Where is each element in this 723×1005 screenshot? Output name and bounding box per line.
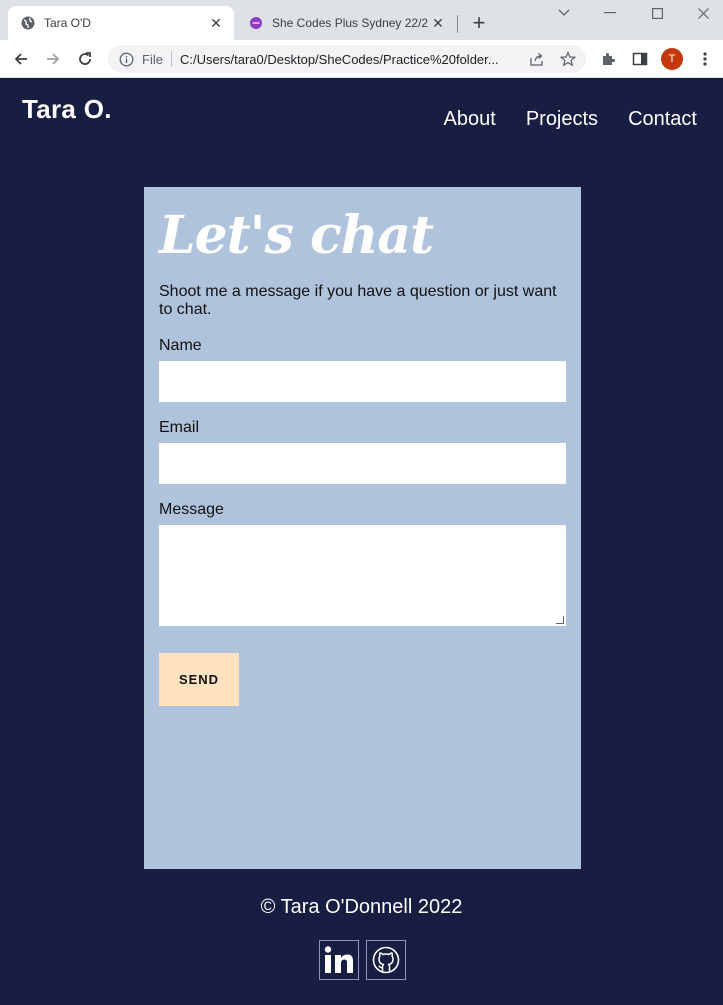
nav-link-contact[interactable]: Contact [628, 108, 697, 131]
info-icon[interactable] [118, 51, 134, 67]
star-icon[interactable] [560, 51, 576, 67]
contact-heading: Let's chat [159, 205, 434, 266]
send-button[interactable]: SEND [159, 653, 239, 706]
share-icon[interactable] [528, 51, 544, 67]
close-window-icon[interactable] [689, 4, 717, 22]
maximize-icon[interactable] [643, 4, 671, 22]
globe-icon [20, 15, 36, 31]
close-icon[interactable]: ✕ [206, 13, 226, 33]
side-panel-icon[interactable] [630, 49, 650, 69]
extensions-icon[interactable] [598, 49, 618, 69]
kebab-menu-icon[interactable] [695, 49, 715, 69]
back-arrow-icon[interactable] [10, 48, 32, 70]
url-text[interactable]: C:/Users/tara0/Desktop/SheCodes/Practice… [180, 52, 520, 67]
close-icon[interactable]: ✕ [428, 13, 448, 33]
email-label: Email [159, 419, 200, 437]
chevron-down-icon[interactable] [550, 4, 578, 22]
browser-toolbar: File C:/Users/tara0/Desktop/SheCodes/Pra… [0, 40, 723, 78]
tab-divider [457, 15, 458, 33]
tab-shecodes[interactable]: She Codes Plus Sydney 22/23 ✕ [236, 6, 456, 40]
nav-link-projects[interactable]: Projects [526, 108, 598, 131]
scheme-label: File [142, 51, 163, 67]
tab-tara[interactable]: Tara O'D ✕ [8, 6, 234, 40]
new-tab-icon[interactable]: + [468, 12, 490, 35]
nav-link-about[interactable]: About [444, 108, 496, 131]
email-input[interactable] [159, 443, 566, 485]
forward-arrow-icon[interactable] [42, 48, 64, 70]
resize-grip-icon[interactable] [556, 616, 564, 625]
contact-card: Let's chat Shoot me a message if you hav… [144, 187, 581, 869]
site-nav: About Projects Contact [444, 108, 697, 131]
tab-title: She Codes Plus Sydney 22/23 [272, 16, 428, 30]
message-label: Message [159, 501, 224, 519]
tab-title: Tara O'D [44, 16, 91, 30]
site-logo[interactable]: Tara O. [22, 94, 112, 125]
profile-avatar[interactable]: T [661, 48, 683, 70]
contact-intro: Shoot me a message if you have a questio… [159, 283, 557, 319]
linkedin-icon[interactable] [319, 940, 359, 980]
github-icon[interactable] [366, 940, 406, 980]
tab-strip: Tara O'D ✕ She Codes Plus Sydney 22/23 ✕… [0, 0, 723, 40]
address-bar[interactable]: File C:/Users/tara0/Desktop/SheCodes/Pra… [108, 45, 586, 73]
address-divider [170, 51, 172, 67]
footer-copyright: © Tara O'Donnell 2022 [260, 896, 463, 918]
minimize-icon[interactable] [596, 4, 624, 22]
reload-icon[interactable] [74, 48, 96, 70]
name-label: Name [159, 337, 202, 355]
name-input[interactable] [159, 361, 566, 403]
message-textarea[interactable] [159, 525, 566, 627]
shecodes-icon [248, 15, 264, 31]
